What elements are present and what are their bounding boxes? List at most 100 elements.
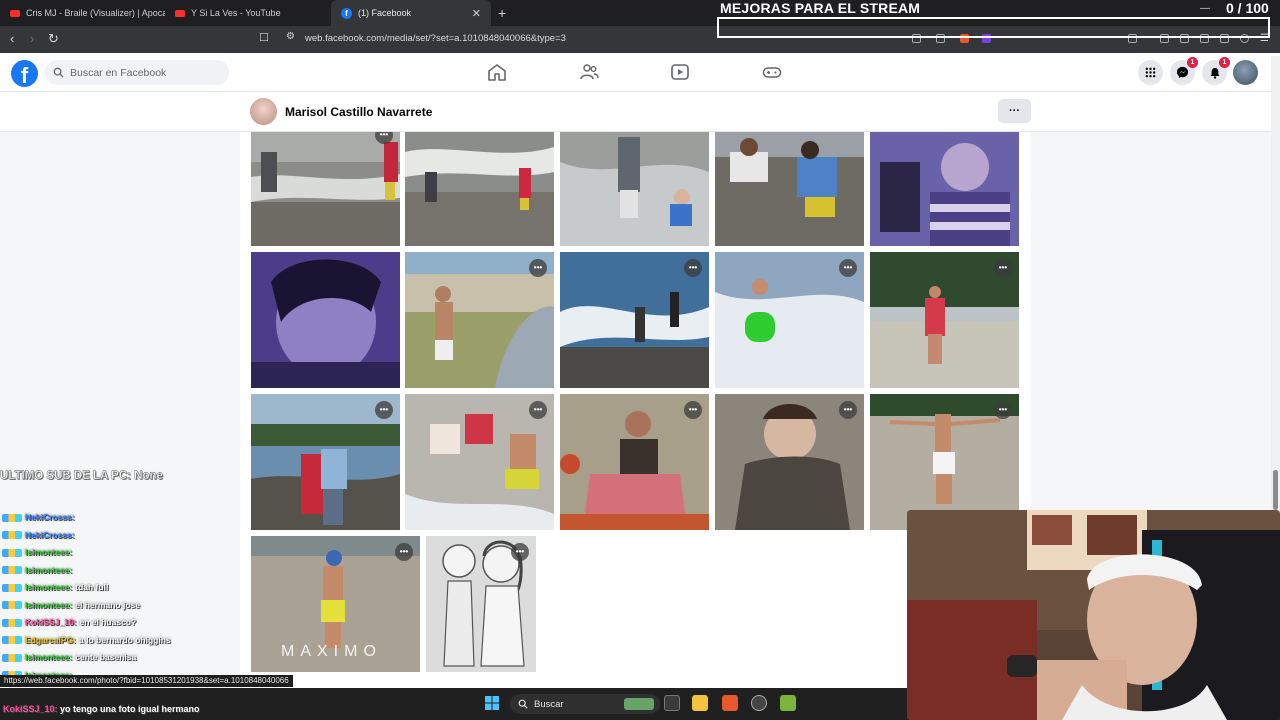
taskbar-search[interactable]: Buscar xyxy=(510,694,660,714)
photo-thumbnail[interactable] xyxy=(251,252,400,388)
url-field[interactable]: web.facebook.com/media/set/?set=a.101084… xyxy=(305,33,566,44)
chat-badge-icon xyxy=(2,566,22,575)
photo-options-icon[interactable]: ••• xyxy=(529,259,547,277)
chat-message: Isimonteee: tdah full xyxy=(2,582,108,592)
minimize-icon[interactable]: — xyxy=(1200,3,1210,14)
avatar[interactable] xyxy=(250,98,277,125)
chat-message: KokiSSJ_10: en el huasco? xyxy=(2,617,136,627)
search-highlight-icon xyxy=(624,698,654,710)
new-tab-button[interactable]: + xyxy=(498,5,506,21)
photo-options-icon[interactable]: ••• xyxy=(511,543,529,561)
chat-badge-icon xyxy=(2,636,22,645)
youtube-icon xyxy=(10,9,20,17)
chat-message: Isimonteee: cente basenisa xyxy=(2,652,136,662)
chat-username: Isimonteee: xyxy=(25,564,73,575)
status-bar-url: https://web.facebook.com/photo/?fbid=101… xyxy=(0,675,293,687)
webcam-feed xyxy=(907,510,1280,720)
chat-text: el hermano jose xyxy=(75,599,140,610)
chat-text: yo tengo una foto igual hermano xyxy=(60,704,200,714)
photo-thumbnail[interactable]: ••• xyxy=(560,394,709,530)
reload-icon[interactable]: ↻ xyxy=(48,31,59,47)
photo-thumbnail[interactable]: MAXIMO ••• xyxy=(251,536,420,672)
stream-progress-box xyxy=(717,17,1270,38)
windows-start-icon[interactable] xyxy=(484,695,500,711)
facebook-logo-icon[interactable]: f xyxy=(11,60,38,87)
tab-facebook[interactable]: f (1) Facebook ✕ xyxy=(331,0,491,26)
back-icon[interactable]: ‹ xyxy=(10,31,14,46)
notifications-badge: 1 xyxy=(1219,57,1230,68)
brave-browser-icon[interactable] xyxy=(722,695,738,711)
chat-message: Isimonteee: xyxy=(2,547,75,557)
site-info-icon[interactable]: ⚙ xyxy=(286,31,295,42)
photo-options-icon[interactable]: ••• xyxy=(529,401,547,419)
tab-youtube-2[interactable]: Y Si La Ves - YouTube xyxy=(165,0,330,26)
search-placeholder: Buscar en Facebook xyxy=(70,66,167,79)
photo-options-icon[interactable]: ••• xyxy=(994,259,1012,277)
youtube-icon xyxy=(175,9,185,17)
album-title-bar xyxy=(0,92,1280,132)
photo-thumbnail[interactable]: ••• xyxy=(405,394,554,530)
right-gutter xyxy=(1031,132,1280,512)
friends-icon[interactable] xyxy=(579,63,599,81)
photo-options-icon[interactable]: ••• xyxy=(395,543,413,561)
messenger-icon xyxy=(1176,66,1189,79)
obs-icon[interactable] xyxy=(751,695,767,711)
chat-badge-icon xyxy=(2,583,22,592)
menu-grid-button[interactable] xyxy=(1138,60,1163,85)
chat-text: a lo bernardo ohiggins xyxy=(79,634,171,645)
tab-title: (1) Facebook xyxy=(358,8,412,18)
photo-options-icon[interactable]: ••• xyxy=(839,259,857,277)
file-explorer-icon[interactable] xyxy=(692,695,708,711)
home-icon[interactable] xyxy=(487,63,507,81)
profile-avatar[interactable] xyxy=(1233,60,1258,85)
album-owner-name[interactable]: Marisol Castillo Navarrete xyxy=(285,105,432,119)
photo-thumbnail[interactable] xyxy=(870,132,1019,246)
facebook-search[interactable]: Buscar en Facebook xyxy=(45,60,229,85)
chat-text: tdah full xyxy=(75,582,109,592)
photo-thumbnail[interactable]: ••• xyxy=(715,252,864,388)
photo-thumbnail[interactable] xyxy=(560,132,709,246)
photo-thumbnail[interactable]: ••• xyxy=(870,252,1019,388)
chat-username: EdgarcalPG: xyxy=(25,634,77,645)
photo-thumbnail[interactable] xyxy=(715,132,864,246)
forward-icon[interactable]: › xyxy=(30,31,34,46)
chat-username: Isimonteee: xyxy=(25,652,73,662)
chat-message: EdgarcalPG: a lo bernardo ohiggins xyxy=(2,635,171,645)
chat-badge-icon xyxy=(2,653,22,662)
bell-icon xyxy=(1210,67,1219,79)
photo-thumbnail[interactable] xyxy=(405,132,554,246)
photo-thumbnail[interactable]: ••• xyxy=(426,536,536,672)
photo-options-icon[interactable]: ••• xyxy=(375,401,393,419)
photo-thumbnail[interactable]: ••• xyxy=(715,394,864,530)
photo-thumbnail[interactable]: ••• xyxy=(251,132,400,246)
photo-thumbnail[interactable]: ••• xyxy=(405,252,554,388)
messenger-badge: 1 xyxy=(1187,57,1198,68)
gaming-icon[interactable] xyxy=(762,63,782,81)
facebook-icon: f xyxy=(341,7,352,19)
chat-username: Isimonteee: xyxy=(25,582,73,592)
photo-options-icon[interactable]: ••• xyxy=(684,259,702,277)
photo-options-icon[interactable]: ••• xyxy=(994,401,1012,419)
chat-username: NekiCrosss: xyxy=(25,529,75,540)
more-options-button[interactable]: ··· xyxy=(998,99,1031,123)
app-icon[interactable] xyxy=(780,695,796,711)
photo-options-icon[interactable]: ••• xyxy=(684,401,702,419)
chat-username: Isimonteee: xyxy=(25,547,73,557)
task-view-icon[interactable] xyxy=(664,695,680,711)
chat-message: NekiCrosss: xyxy=(2,512,78,522)
photo-options-icon[interactable]: ••• xyxy=(839,401,857,419)
tab-youtube-1[interactable]: Cris MJ - Braile (Visualizer) | Apocalip xyxy=(0,0,165,26)
photo-thumbnail[interactable]: ••• xyxy=(251,394,400,530)
close-icon[interactable]: ✕ xyxy=(472,7,481,20)
scrollbar-thumb[interactable] xyxy=(1273,470,1278,510)
chat-username: Isimonteee: xyxy=(25,599,73,610)
stream-counter: 0 / 100 xyxy=(1226,0,1269,16)
photo-thumbnail[interactable]: ••• xyxy=(560,252,709,388)
sand-writing: MAXIMO xyxy=(281,643,382,660)
chat-username: NekiCrosss: xyxy=(25,512,75,522)
tab-title: Y Si La Ves - YouTube xyxy=(191,8,281,18)
search-icon xyxy=(53,67,64,78)
bookmark-icon[interactable]: ☐ xyxy=(259,31,269,44)
chat-username: KokiSSJ_10: xyxy=(25,617,77,627)
video-icon[interactable] xyxy=(670,63,690,81)
